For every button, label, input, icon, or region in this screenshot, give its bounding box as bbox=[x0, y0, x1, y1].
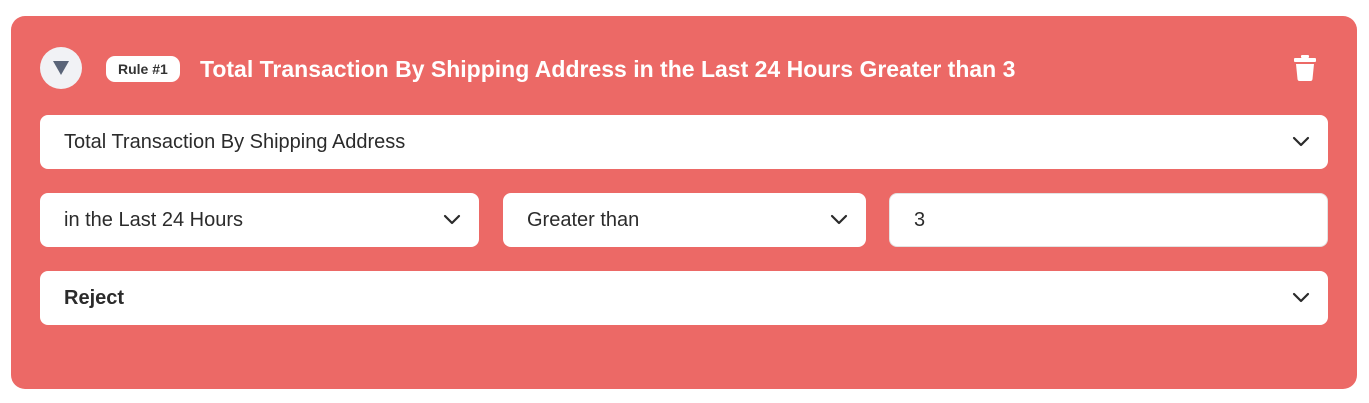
rule-title: Total Transaction By Shipping Address in… bbox=[200, 56, 1016, 82]
chevron-down-icon bbox=[1292, 292, 1310, 303]
threshold-field[interactable] bbox=[889, 193, 1328, 247]
chevron-down-icon bbox=[830, 214, 848, 225]
trash-icon bbox=[1294, 55, 1316, 81]
operator-select[interactable]: Greater than bbox=[503, 193, 866, 247]
threshold-input[interactable] bbox=[914, 208, 1304, 232]
operator-select-value: Greater than bbox=[527, 208, 640, 231]
action-select[interactable]: Reject bbox=[40, 271, 1328, 325]
period-select[interactable]: in the Last 24 Hours bbox=[40, 193, 479, 247]
chevron-down-icon bbox=[443, 214, 461, 225]
collapse-rule-button[interactable] bbox=[40, 47, 82, 89]
action-select-value: Reject bbox=[64, 286, 125, 309]
delete-rule-button[interactable] bbox=[1294, 55, 1316, 81]
rule-card: Rule #1 Total Transaction By Shipping Ad… bbox=[11, 16, 1357, 389]
caret-down-icon bbox=[53, 61, 69, 75]
metric-select[interactable]: Total Transaction By Shipping Address bbox=[40, 115, 1328, 169]
metric-select-value: Total Transaction By Shipping Address bbox=[64, 130, 406, 153]
rule-number-badge: Rule #1 bbox=[106, 56, 180, 82]
chevron-down-icon bbox=[1292, 136, 1310, 147]
period-select-value: in the Last 24 Hours bbox=[64, 208, 243, 231]
